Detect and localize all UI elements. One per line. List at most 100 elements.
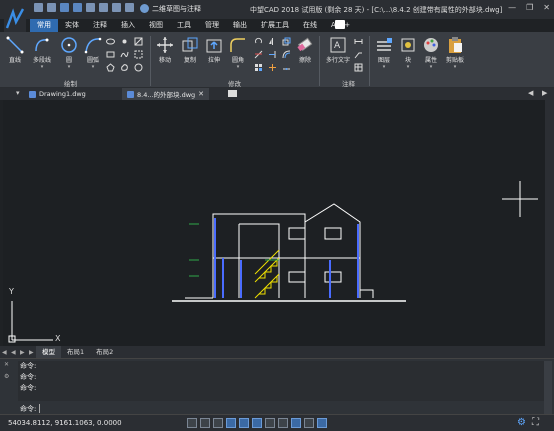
- arc-tool-button[interactable]: 圆弧 ▾: [84, 36, 102, 70]
- osnap-toggle[interactable]: [239, 418, 249, 428]
- ellipse-icon[interactable]: [106, 37, 115, 46]
- point-icon[interactable]: [120, 37, 129, 46]
- workspace-selector[interactable]: 二维草图与注释: [140, 3, 201, 14]
- plot-icon[interactable]: [99, 3, 108, 12]
- otrack-toggle[interactable]: [252, 418, 262, 428]
- polar-toggle[interactable]: [226, 418, 236, 428]
- settings-icon[interactable]: ⚙: [4, 373, 14, 380]
- close-icon[interactable]: ✕: [4, 361, 14, 368]
- redo-icon[interactable]: [125, 3, 134, 12]
- chevron-down-icon[interactable]: ▾: [237, 64, 240, 70]
- mtext-tool-button[interactable]: A 多行文字: [326, 36, 350, 64]
- snap-toggle[interactable]: [187, 418, 197, 428]
- region-icon[interactable]: [134, 63, 143, 72]
- last-layout-icon[interactable]: ▶: [29, 349, 36, 356]
- chevron-down-icon[interactable]: ▾: [92, 64, 95, 70]
- new-tab-icon[interactable]: [228, 90, 237, 97]
- menu-tab-6[interactable]: 管理: [198, 19, 226, 32]
- offset-icon[interactable]: [282, 50, 291, 59]
- menu-tab-4[interactable]: 视图: [142, 19, 170, 32]
- chevron-down-icon[interactable]: ▾: [68, 64, 71, 70]
- circle-tool-button[interactable]: 圆 ▾: [60, 36, 78, 70]
- chevron-down-icon[interactable]: ▾: [407, 64, 410, 70]
- clipboard-button[interactable]: 剪贴板 ▾: [446, 36, 464, 70]
- zwcad-logo-icon[interactable]: [4, 6, 26, 32]
- polyline-tool-button[interactable]: 多段线 ▾: [33, 36, 51, 70]
- vertical-scrollbar[interactable]: [545, 100, 554, 346]
- help-icon[interactable]: [335, 20, 345, 29]
- erase-tool-button[interactable]: 擦除: [296, 36, 314, 64]
- menu-tab-2[interactable]: 注释: [86, 19, 114, 32]
- leader-icon[interactable]: [354, 50, 363, 59]
- rotate-icon[interactable]: [254, 37, 263, 46]
- document-tab-active[interactable]: 8.4...的外部块.dwg ✕: [122, 88, 210, 100]
- menu-tab-9[interactable]: 在线: [296, 19, 324, 32]
- drawing-canvas[interactable]: Y X: [3, 100, 551, 346]
- prev-layout-icon[interactable]: ◀: [11, 349, 18, 356]
- maximize-button[interactable]: ❐: [526, 3, 533, 12]
- dynamic-input-toggle[interactable]: [278, 418, 288, 428]
- chevron-left-icon[interactable]: ◀: [528, 89, 533, 97]
- chevron-down-icon[interactable]: ▾: [454, 64, 457, 70]
- ortho-toggle[interactable]: [213, 418, 223, 428]
- chevron-down-icon[interactable]: ▾: [383, 64, 386, 70]
- print-icon[interactable]: [86, 3, 95, 12]
- menu-tab-3[interactable]: 插入: [114, 19, 142, 32]
- menu-tab-8[interactable]: 扩展工具: [254, 19, 296, 32]
- transparency-toggle[interactable]: [304, 418, 314, 428]
- undo-icon[interactable]: [112, 3, 121, 12]
- layers-button[interactable]: 图层 ▾: [375, 36, 393, 70]
- dimension-icon[interactable]: [354, 37, 363, 46]
- save-icon[interactable]: [60, 3, 69, 12]
- revcloud-icon[interactable]: [120, 63, 129, 72]
- menu-tab-7[interactable]: 输出: [226, 19, 254, 32]
- annotation-scale-toggle[interactable]: [317, 418, 327, 428]
- first-layout-icon[interactable]: ◀: [2, 349, 9, 356]
- boundary-icon[interactable]: [134, 50, 143, 59]
- lineweight-toggle[interactable]: [265, 418, 275, 428]
- table-icon[interactable]: [354, 63, 363, 72]
- join-icon[interactable]: [282, 63, 291, 72]
- tab-layout2[interactable]: 布局2: [90, 346, 119, 358]
- copy-tool-button[interactable]: 复制: [181, 36, 199, 64]
- mirror-icon[interactable]: [268, 37, 277, 46]
- extend-icon[interactable]: [268, 50, 277, 59]
- move-tool-button[interactable]: 移动: [156, 36, 174, 64]
- trim-icon[interactable]: [254, 50, 263, 59]
- new-file-icon[interactable]: [34, 3, 43, 12]
- command-input[interactable]: [39, 404, 440, 413]
- command-scrollbar[interactable]: [544, 361, 552, 414]
- properties-button[interactable]: 属性 ▾: [422, 36, 440, 70]
- chevron-down-icon[interactable]: ▾: [41, 64, 44, 70]
- minimize-button[interactable]: —: [508, 3, 516, 12]
- menu-tab-5[interactable]: 工具: [170, 19, 198, 32]
- close-button[interactable]: ✕: [543, 3, 550, 12]
- stretch-tool-button[interactable]: 拉伸: [205, 36, 223, 64]
- rectangle-icon[interactable]: [106, 50, 115, 59]
- scale-icon[interactable]: [282, 37, 291, 46]
- array-icon[interactable]: [254, 63, 263, 72]
- chevron-right-icon[interactable]: ▶: [542, 89, 547, 97]
- next-layout-icon[interactable]: ▶: [20, 349, 27, 356]
- gear-icon[interactable]: ⚙: [517, 417, 526, 428]
- tab-model[interactable]: 模型: [36, 346, 61, 358]
- line-tool-button[interactable]: 直线: [6, 36, 24, 64]
- block-button[interactable]: 块 ▾: [399, 36, 417, 70]
- hatch-icon[interactable]: [134, 37, 143, 46]
- selection-cycling-toggle[interactable]: [291, 418, 301, 428]
- fullscreen-icon[interactable]: ⛶: [532, 417, 539, 428]
- spline-icon[interactable]: [120, 50, 129, 59]
- save-as-icon[interactable]: [73, 3, 82, 12]
- tab-list-icon[interactable]: ▾: [16, 89, 20, 97]
- chevron-down-icon[interactable]: ▾: [430, 64, 433, 70]
- close-icon[interactable]: ✕: [198, 90, 204, 98]
- menu-tab-0[interactable]: 常用: [30, 19, 58, 32]
- grid-toggle[interactable]: [200, 418, 210, 428]
- menu-tab-1[interactable]: 实体: [58, 19, 86, 32]
- tab-layout1[interactable]: 布局1: [61, 346, 90, 358]
- explode-icon[interactable]: [268, 63, 277, 72]
- open-file-icon[interactable]: [47, 3, 56, 12]
- fillet-tool-button[interactable]: 圆角 ▾: [229, 36, 247, 70]
- document-tab[interactable]: Drawing1.dwg: [24, 88, 91, 100]
- polygon-icon[interactable]: [106, 63, 115, 72]
